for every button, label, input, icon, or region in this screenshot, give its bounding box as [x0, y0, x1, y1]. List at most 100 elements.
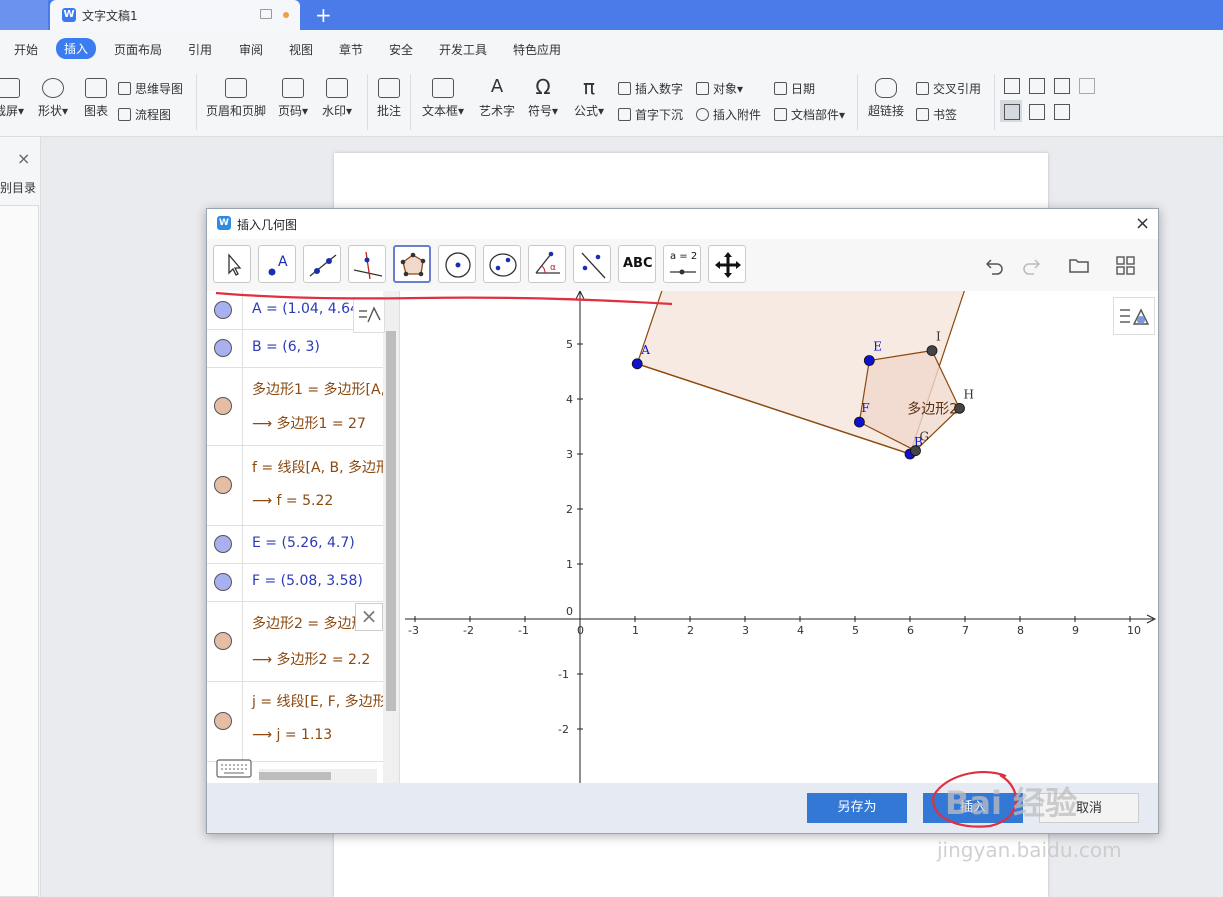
- algebra-row[interactable]: j = 线段[E, F, 多边形2] ⟶ j = 1.13: [207, 681, 399, 762]
- text-tool-button[interactable]: ABC: [618, 245, 656, 283]
- dropcap-button[interactable]: 首字下沉: [618, 106, 683, 123]
- redo-icon[interactable]: [1019, 253, 1043, 277]
- doc-part-button[interactable]: 文档部件 ▾: [774, 106, 845, 123]
- algebra-scrollbar[interactable]: [383, 291, 399, 783]
- symbol-button[interactable]: Ω 符号▾: [528, 77, 558, 119]
- formula-button[interactable]: π 公式▾: [574, 77, 604, 119]
- move-view-tool-button[interactable]: [708, 245, 746, 283]
- close-icon[interactable]: ×: [17, 149, 30, 168]
- close-icon[interactable]: ×: [355, 603, 383, 631]
- form-other-icon[interactable]: [1079, 78, 1095, 94]
- move-tool-button[interactable]: [213, 245, 251, 283]
- graphics-view[interactable]: -3 -2 -1 0 1 2 3 4 5 6 7 8 9 10 5 4 3 2 1 0 -1 -2 A E I F B G H 多边形2: [405, 291, 1158, 783]
- flowchart-icon: [118, 108, 131, 121]
- angle-tool-button[interactable]: α: [528, 245, 566, 283]
- previous-tab[interactable]: [0, 0, 48, 30]
- document-tab[interactable]: W 文字文稿1: [50, 0, 300, 30]
- algebra-row[interactable]: F = (5.08, 3.58): [207, 563, 383, 602]
- dialog-close-button[interactable]: ×: [1135, 213, 1150, 234]
- grid-menu-icon[interactable]: [1114, 253, 1138, 277]
- textbox-button[interactable]: 文本框▾: [422, 78, 464, 119]
- menu-page-layout[interactable]: 页面布局: [114, 41, 162, 58]
- segment-visibility-toggle[interactable]: [214, 712, 232, 730]
- form-list-icon[interactable]: [1054, 78, 1070, 94]
- graphics-style-icon[interactable]: [1113, 297, 1155, 335]
- algebra-row[interactable]: E = (5.26, 4.7): [207, 525, 383, 564]
- y-tick-label: 0: [566, 605, 573, 618]
- keyboard-icon[interactable]: [209, 757, 257, 781]
- hyperlink-button[interactable]: 超链接: [868, 78, 904, 119]
- circle-tool-button[interactable]: [438, 245, 476, 283]
- dialog-title: 插入几何图: [237, 218, 298, 232]
- wordart-icon: A: [490, 76, 504, 97]
- scrollbar-thumb[interactable]: [386, 331, 396, 711]
- point-F: [853, 416, 865, 428]
- mindmap-button[interactable]: 思维导图: [118, 80, 183, 97]
- watermark-button[interactable]: 水印▾: [322, 78, 352, 119]
- menu-view[interactable]: 视图: [289, 41, 313, 58]
- algebra-row[interactable]: 多边形1 = 多边形[A, B, 4] ⟶ 多边形1 = 27: [207, 367, 399, 446]
- form-text-icon[interactable]: [1004, 78, 1020, 94]
- menu-review[interactable]: 审阅: [239, 41, 263, 58]
- navigation-pane: × 别目录: [0, 137, 41, 897]
- point-visibility-toggle[interactable]: [214, 573, 232, 591]
- undo-icon[interactable]: [983, 253, 1007, 277]
- point-G: [910, 445, 921, 457]
- new-tab-button[interactable]: +: [315, 3, 332, 27]
- menu-insert[interactable]: 插入: [56, 38, 97, 59]
- menu-developer[interactable]: 开发工具: [439, 41, 487, 58]
- watermark-url: jingyan.baidu.com: [937, 838, 1122, 862]
- insert-number-button[interactable]: 插入数字: [618, 80, 683, 97]
- flowchart-button[interactable]: 流程图: [118, 106, 171, 123]
- slider-tool-button[interactable]: a = 2: [663, 245, 701, 283]
- form-frame-icon[interactable]: [1004, 104, 1020, 120]
- algebra-style-icon[interactable]: [353, 297, 385, 333]
- reflect-tool-button[interactable]: [573, 245, 611, 283]
- menu-start[interactable]: 开始: [14, 41, 38, 58]
- screenshot-button[interactable]: 截屏▾: [0, 78, 24, 119]
- header-footer-button[interactable]: 页眉和页脚: [206, 78, 266, 119]
- menu-security[interactable]: 安全: [389, 41, 413, 58]
- menu-reference[interactable]: 引用: [188, 41, 212, 58]
- x-tick-label: -3: [408, 624, 419, 637]
- algebra-row[interactable]: f = 线段[A, B, 多边形1] ⟶ f = 5.22: [207, 445, 399, 526]
- polygon-tool-button[interactable]: [393, 245, 431, 283]
- object-button[interactable]: 对象 ▾: [696, 80, 743, 97]
- point-visibility-toggle[interactable]: [214, 535, 232, 553]
- scissors-icon: [0, 78, 21, 98]
- monitor-icon[interactable]: [260, 9, 272, 19]
- polygon-visibility-toggle[interactable]: [214, 397, 232, 415]
- coordinate-plane[interactable]: -3 -2 -1 0 1 2 3 4 5 6 7 8 9 10543210-1-2A EIFBGH多边形2: [405, 291, 1158, 783]
- ellipse-tool-button[interactable]: [483, 245, 521, 283]
- date-button[interactable]: 日期: [774, 80, 815, 97]
- point-tool-button[interactable]: A: [258, 245, 296, 283]
- ellipse-icon: [489, 253, 517, 277]
- horizontal-scrollbar[interactable]: [259, 769, 377, 783]
- bookmark-button[interactable]: 书签: [916, 106, 957, 123]
- comment-button[interactable]: 批注: [377, 78, 401, 119]
- menu-special[interactable]: 特色应用: [513, 41, 561, 58]
- save-as-button[interactable]: 另存为: [807, 793, 907, 823]
- wordart-button[interactable]: A 艺术字: [479, 78, 515, 119]
- line-tool-button[interactable]: [303, 245, 341, 283]
- page-number-button[interactable]: 页码▾: [278, 78, 308, 119]
- polygon-visibility-toggle[interactable]: [214, 632, 232, 650]
- form-lock-icon[interactable]: [1029, 104, 1045, 120]
- x-tick-label: -1: [518, 624, 529, 637]
- svg-text:A: A: [278, 254, 288, 270]
- chart-button[interactable]: 图表: [84, 78, 108, 119]
- point-visibility-toggle[interactable]: [214, 301, 232, 319]
- form-checkbox-icon[interactable]: [1029, 78, 1045, 94]
- segment-visibility-toggle[interactable]: [214, 476, 232, 494]
- cross-reference-button[interactable]: 交叉引用: [916, 80, 981, 97]
- attachment-button[interactable]: 插入附件: [696, 106, 761, 123]
- shape-button[interactable]: 形状▾: [38, 78, 68, 119]
- form-protect-icon[interactable]: [1054, 104, 1070, 120]
- x-tick-label: 7: [962, 624, 969, 637]
- point-visibility-toggle[interactable]: [214, 339, 232, 357]
- perpendicular-tool-button[interactable]: [348, 245, 386, 283]
- folder-icon[interactable]: [1067, 253, 1091, 277]
- algebra-row[interactable]: B = (6, 3): [207, 329, 383, 368]
- polygon-2-label: 多边形2: [907, 400, 958, 417]
- menu-chapter[interactable]: 章节: [339, 41, 363, 58]
